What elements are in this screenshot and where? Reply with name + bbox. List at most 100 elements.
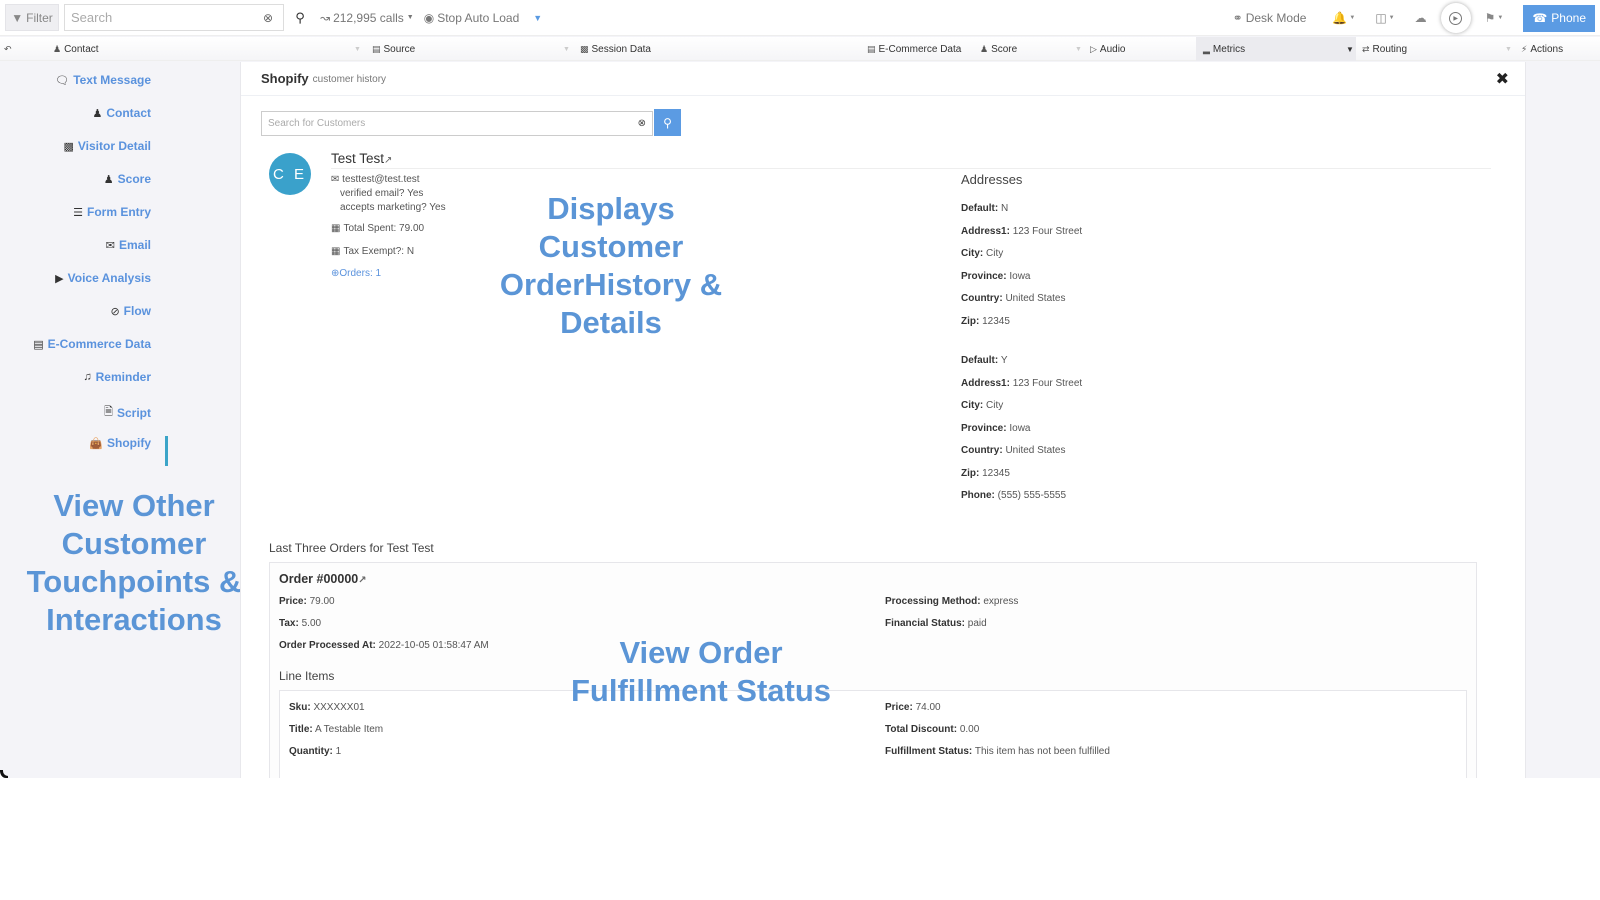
column-metrics[interactable]: ▂ Metrics xyxy=(1203,37,1245,61)
user-icon: ♟ xyxy=(53,43,62,54)
column-contact[interactable]: ♟ Contact xyxy=(53,37,99,61)
desk-mode-button[interactable]: ⚭ Desk Mode xyxy=(1233,11,1307,25)
column-source[interactable]: ▤ Source xyxy=(372,37,415,61)
customer-search-button[interactable]: ⚲ xyxy=(654,109,681,136)
clear-icon[interactable]: ⊗ xyxy=(638,118,646,129)
play-button[interactable]: ▶ xyxy=(1440,3,1471,33)
avatar: C E xyxy=(269,153,311,195)
sidebar-item-score[interactable]: ♟ Score xyxy=(104,172,151,186)
list-icon: ☰ xyxy=(73,206,83,219)
play-circle-icon: ▶ xyxy=(55,272,64,285)
chevron-down-icon[interactable]: ▼ xyxy=(1346,37,1354,61)
score-icon: ♟ xyxy=(980,43,989,54)
column-routing[interactable]: ⇄ Routing xyxy=(1362,37,1407,61)
column-actions[interactable]: ⚡ Actions xyxy=(1521,37,1563,61)
address-phone: Phone: (555) 555-5555 xyxy=(961,490,1067,501)
envelope-icon: ✉ xyxy=(331,174,340,185)
user-icon: ♟ xyxy=(92,107,103,120)
column-ecommerce-data[interactable]: ▤ E-Commerce Data xyxy=(867,37,961,61)
customer-name[interactable]: Test Test↗ xyxy=(331,151,392,166)
panel-subtitle: customer history xyxy=(312,74,387,85)
address-province: Province: Iowa xyxy=(961,270,1031,282)
chevron-down-icon[interactable]: ▼ xyxy=(354,37,361,61)
chevron-down-icon: ▼ xyxy=(406,14,414,21)
addresses-title: Addresses xyxy=(961,172,1023,187)
receipt-icon: ▦ xyxy=(331,246,341,257)
line-item-title: Title: A Testable Item xyxy=(289,724,384,735)
external-link-icon[interactable]: ↗ xyxy=(358,575,366,586)
sidebar-item-ecommerce-data[interactable]: ▤ E-Commerce Data xyxy=(33,337,151,351)
external-link-icon[interactable]: ↗ xyxy=(384,155,392,166)
chevron-down-icon[interactable]: ▼ xyxy=(563,37,570,61)
sidebar-item-flow[interactable]: ⊘ Flow xyxy=(110,304,151,318)
app-window: ▼ Filter Search ⊗ ⚲ ↝ 212,995 calls ▼ ◉ … xyxy=(0,0,1600,778)
address-default: Default: Y xyxy=(961,355,1008,366)
panel-header: Shopify customer history xyxy=(241,62,1525,96)
record-icon: ◉ xyxy=(423,10,435,25)
sidebar-item-contact[interactable]: ♟ Contact xyxy=(92,106,151,120)
bell-icon: ♫ xyxy=(83,371,92,383)
search-input[interactable]: Search ⊗ xyxy=(64,4,284,31)
total-spent: ▦ Total Spent: 79.00 xyxy=(331,223,425,234)
sidebar-item-visitor-detail[interactable]: ▩ Visitor Detail xyxy=(63,139,151,153)
calls-dropdown[interactable]: ↝ 212,995 calls ▼ xyxy=(320,11,414,25)
customer-search-input[interactable]: Search for Customers ⊗ xyxy=(261,111,653,136)
annotation-fulfillment: View Order Fulfillment Status xyxy=(570,635,832,708)
phone-icon: ☎ xyxy=(1532,11,1548,25)
sidebar-item-reminder[interactable]: ♫ Reminder xyxy=(83,370,151,384)
routing-icon: ⇄ xyxy=(1362,43,1370,54)
chevron-down-icon[interactable]: ▼ xyxy=(533,13,542,23)
sidebar-item-shopify[interactable]: 👜 Shopify xyxy=(89,436,151,450)
envelope-icon: ✉ xyxy=(105,239,115,252)
stop-auto-load-button[interactable]: ◉ Stop Auto Load xyxy=(424,11,520,25)
sidebar-item-text-message[interactable]: 🗨 Text Message xyxy=(55,73,151,87)
order-financial-status: Financial Status: paid xyxy=(885,618,987,629)
address-line1: Address1: 123 Four Street xyxy=(961,225,1083,237)
chevron-down-icon[interactable]: ▼ xyxy=(1075,37,1082,61)
columns-dropdown[interactable]: ◫ ▼ xyxy=(1375,11,1394,25)
search-icon: ⚲ xyxy=(295,9,305,25)
sidebar-item-email[interactable]: ✉ Email xyxy=(106,238,151,252)
address-country: Country: United States xyxy=(961,445,1066,456)
line-item-price: Price: 74.00 xyxy=(885,702,941,713)
column-header-row: ↶ ♟ Contact ▼ ▤ Source ▼ ▩ Session Data ▤ E-… xyxy=(0,37,1600,61)
line-item-card: Sku: XXXXXX01 Title: A Testable Item Qua… xyxy=(279,690,1467,778)
phone-button[interactable]: ☎ Phone xyxy=(1523,4,1595,32)
play-icon: ▷ xyxy=(1090,43,1097,54)
order-card: Order #00000↗ Price: 79.00 Tax: 5.00 Ord… xyxy=(269,562,1477,778)
order-tax: Tax: 5.00 xyxy=(279,618,322,629)
column-audio[interactable]: ▷ Audio xyxy=(1090,37,1126,61)
sidebar-item-form-entry[interactable]: ☰ Form Entry xyxy=(73,205,151,219)
annotation-touchpoints: View Other Customer Touchpoints & Intera… xyxy=(26,488,242,637)
address-province: Province: Iowa xyxy=(961,422,1031,434)
clear-icon[interactable]: ⊗ xyxy=(263,11,273,25)
toolbar-right: ⚭ Desk Mode 🔔 ▼ ◫ ▼ ☁ ▶ ⚑ ▼ ☎ Phone xyxy=(1233,3,1595,33)
flag-icon: ⚑ xyxy=(1484,11,1496,25)
sidebar-item-voice-analysis[interactable]: ▶ Voice Analysis xyxy=(55,271,151,285)
notifications-dropdown[interactable]: 🔔 ▼ xyxy=(1332,11,1355,25)
chevron-down-icon: ▼ xyxy=(1497,15,1504,21)
chevron-down-icon[interactable]: ▼ xyxy=(1505,37,1512,61)
order-number[interactable]: Order #00000↗ xyxy=(279,572,367,586)
filter-button[interactable]: ▼ Filter xyxy=(5,4,59,31)
customer-email-block: ✉ testtest@test.test verified email? Yes… xyxy=(331,174,446,213)
close-icon[interactable]: ✖ xyxy=(1496,69,1509,89)
sidebar-item-script[interactable]: 🗎 Script xyxy=(104,403,151,422)
address-country: Country: United States xyxy=(961,293,1066,304)
source-icon: ▤ xyxy=(372,43,381,54)
back-button[interactable]: ↶ xyxy=(4,37,12,61)
address-default: Default: N xyxy=(961,203,1009,214)
column-session-data[interactable]: ▩ Session Data xyxy=(580,37,651,61)
line-item-discount: Total Discount: 0.00 xyxy=(885,724,980,735)
cloud-download-button[interactable]: ☁ xyxy=(1415,11,1427,25)
address-city: City: City xyxy=(961,400,1004,411)
compass-icon: ⊘ xyxy=(110,305,120,318)
signal-icon: ▂ xyxy=(1203,43,1210,54)
order-processing-method: Processing Method: express xyxy=(885,596,1019,607)
flag-dropdown[interactable]: ⚑ ▼ xyxy=(1485,11,1504,25)
address-block: Default: N Address1: 123 Four Street Cit… xyxy=(961,203,1082,338)
orders-link[interactable]: ⊕Orders: 1 xyxy=(331,268,381,279)
column-score[interactable]: ♟ Score xyxy=(980,37,1017,61)
search-button[interactable]: ⚲ xyxy=(290,4,310,31)
sidebar: 🗨 Text Message ♟ Contact ▩ Visitor Detail ♟… xyxy=(0,62,240,778)
